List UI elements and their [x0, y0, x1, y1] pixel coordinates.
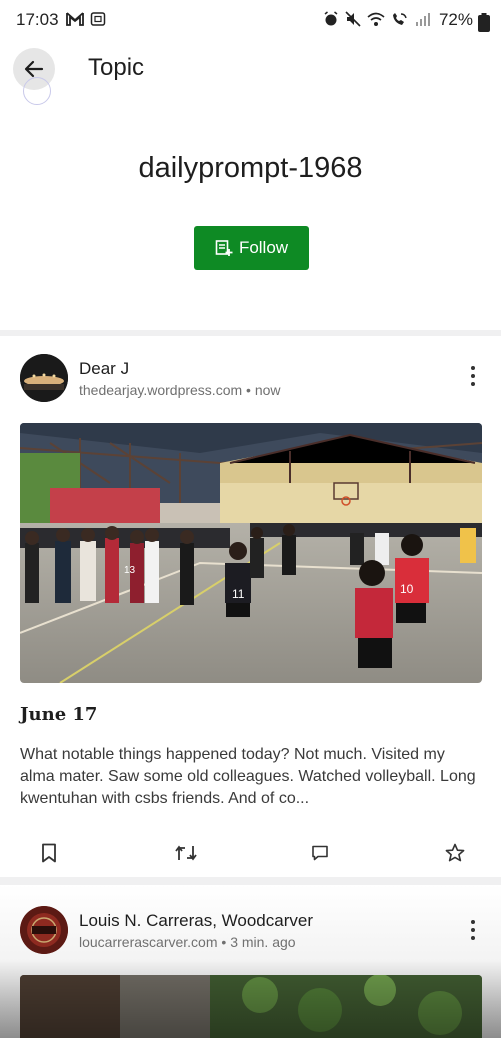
- battery-percent: 72%: [438, 10, 473, 29]
- post-excerpt[interactable]: What notable things happened today? Not …: [20, 744, 482, 810]
- author-name[interactable]: Dear J: [79, 359, 129, 379]
- screenshot-icon: [90, 12, 106, 26]
- wifi-call-icon: [393, 13, 407, 25]
- topic-name: dailyprompt-1968: [138, 152, 363, 184]
- avatar-image: [20, 354, 68, 402]
- svg-text:11: 11: [232, 587, 245, 601]
- site-url[interactable]: thedearjay.wordpress.com: [79, 382, 242, 398]
- gmail-icon: [66, 12, 84, 26]
- star-icon[interactable]: [442, 840, 468, 866]
- reblog-icon[interactable]: [173, 840, 199, 866]
- post-time: now: [254, 382, 281, 398]
- post-title[interactable]: June 17: [20, 704, 97, 725]
- mute-icon: [345, 11, 361, 27]
- svg-text:13: 13: [124, 565, 136, 576]
- post-card[interactable]: Dear J thedearjay.wordpress.com • now 11…: [0, 336, 501, 877]
- author-name[interactable]: Louis N. Carreras, Woodcarver: [79, 911, 313, 931]
- more-options-icon[interactable]: [467, 366, 479, 386]
- avatar[interactable]: [20, 906, 68, 954]
- signal-icon: [416, 13, 430, 26]
- post-image[interactable]: [20, 975, 482, 1038]
- avatar[interactable]: [20, 354, 68, 402]
- post-image[interactable]: 11 10 13: [20, 423, 482, 683]
- volleyball-gym-photo: 11 10 13: [20, 423, 482, 683]
- battery-icon: [478, 13, 490, 32]
- svg-text:10: 10: [400, 582, 414, 596]
- follow-button[interactable]: Follow: [194, 226, 309, 270]
- status-left-icons: [66, 11, 106, 27]
- alarm-icon: [324, 11, 338, 26]
- more-options-icon[interactable]: [467, 920, 479, 940]
- site-url[interactable]: loucarrerascarver.com: [79, 934, 218, 950]
- follow-label: Follow: [238, 238, 289, 257]
- post-meta: thedearjay.wordpress.com • now: [79, 382, 281, 398]
- meta-separator: •: [246, 382, 251, 398]
- wifi-icon: [367, 12, 385, 26]
- bookmark-icon[interactable]: [36, 840, 62, 866]
- meta-separator: •: [221, 934, 227, 950]
- post-meta: loucarrerascarver.com • 3 min. ago: [79, 934, 296, 950]
- touch-indicator: [23, 77, 51, 105]
- page-title: Topic: [88, 54, 145, 81]
- post-actions: [0, 836, 501, 870]
- avatar-image: [20, 906, 68, 954]
- comment-icon[interactable]: [307, 840, 333, 866]
- status-bar: 17:03 72%: [0, 0, 501, 40]
- reader-follow-icon: [215, 240, 233, 256]
- garden-photo: [20, 975, 482, 1038]
- status-time: 17:03: [16, 10, 59, 29]
- post-time: 3 min. ago: [230, 934, 296, 950]
- status-right-icons: [323, 11, 431, 27]
- topic-header: Topic dailyprompt-1968 Follow: [0, 40, 501, 330]
- post-card[interactable]: Louis N. Carreras, Woodcarver loucarrera…: [0, 885, 501, 1038]
